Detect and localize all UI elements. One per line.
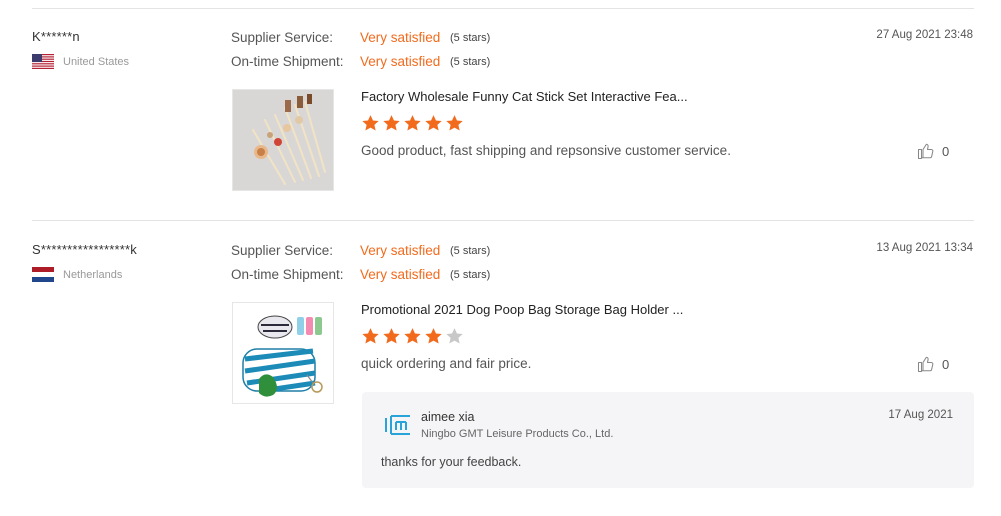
- supplier-service-stars: (5 stars): [450, 245, 491, 257]
- product-title-link[interactable]: Promotional 2021 Dog Poop Bag Storage Ba…: [361, 302, 683, 317]
- shipment-value: Very satisfied: [360, 267, 441, 282]
- nl-flag-icon: [32, 267, 54, 282]
- product-thumbnail[interactable]: [232, 302, 334, 404]
- reply-author-name: aimee xia: [421, 410, 475, 424]
- supplier-logo-icon: [384, 414, 412, 436]
- star-filled-icon: [424, 114, 443, 133]
- reviewer-country: United States: [32, 54, 129, 69]
- supplier-service-label: Supplier Service:: [231, 243, 334, 258]
- rating-stars: [361, 114, 464, 133]
- reply-text: thanks for your feedback.: [381, 455, 522, 469]
- shipment-value: Very satisfied: [360, 54, 441, 69]
- star-empty-icon: [445, 327, 464, 346]
- supplier-service-value: Very satisfied: [360, 243, 441, 258]
- star-filled-icon: [361, 327, 380, 346]
- cat-stick-product-image: [233, 90, 333, 190]
- star-filled-icon: [361, 114, 380, 133]
- divider-top: [32, 8, 974, 9]
- star-filled-icon: [382, 327, 401, 346]
- product-title-link[interactable]: Factory Wholesale Funny Cat Stick Set In…: [361, 89, 688, 104]
- like-count: 0: [942, 356, 950, 372]
- review-date: 27 Aug 2021 23:48: [876, 29, 973, 41]
- reviewer-country: Netherlands: [32, 267, 122, 282]
- supplier-service-label: Supplier Service:: [231, 30, 334, 45]
- supplier-reply: aimee xia Ningbo GMT Leisure Products Co…: [362, 392, 974, 488]
- like-count: 0: [942, 143, 950, 159]
- review-date: 13 Aug 2021 13:34: [876, 242, 973, 254]
- us-flag-icon: [32, 54, 54, 69]
- star-filled-icon: [424, 327, 443, 346]
- star-filled-icon: [445, 114, 464, 133]
- supplier-service-stars: (5 stars): [450, 32, 491, 44]
- product-thumbnail[interactable]: [232, 89, 334, 191]
- poop-bag-holder-product-image: [233, 303, 333, 403]
- divider-middle: [32, 220, 974, 221]
- country-label: United States: [63, 55, 130, 68]
- rating-stars: [361, 327, 464, 346]
- reply-date: 17 Aug 2021: [888, 409, 953, 421]
- star-filled-icon: [382, 114, 401, 133]
- thumbs-up-icon: [917, 143, 934, 160]
- shipment-stars: (5 stars): [450, 269, 491, 281]
- shipment-stars: (5 stars): [450, 56, 491, 68]
- review-comment: quick ordering and fair price.: [361, 356, 532, 371]
- review-comment: Good product, fast shipping and repsonsi…: [361, 143, 731, 158]
- like-button[interactable]: 0: [917, 142, 949, 160]
- star-filled-icon: [403, 114, 422, 133]
- star-filled-icon: [403, 327, 422, 346]
- shipment-label: On-time Shipment:: [231, 267, 344, 282]
- country-label: Netherlands: [63, 268, 123, 281]
- reviewer-name: K******n: [32, 29, 80, 44]
- shipment-label: On-time Shipment:: [231, 54, 344, 69]
- like-button[interactable]: 0: [917, 355, 949, 373]
- supplier-service-value: Very satisfied: [360, 30, 441, 45]
- reply-company-name: Ningbo GMT Leisure Products Co., Ltd.: [421, 428, 614, 440]
- reviewer-name: S*****************k: [32, 242, 137, 257]
- thumbs-up-icon: [917, 356, 934, 373]
